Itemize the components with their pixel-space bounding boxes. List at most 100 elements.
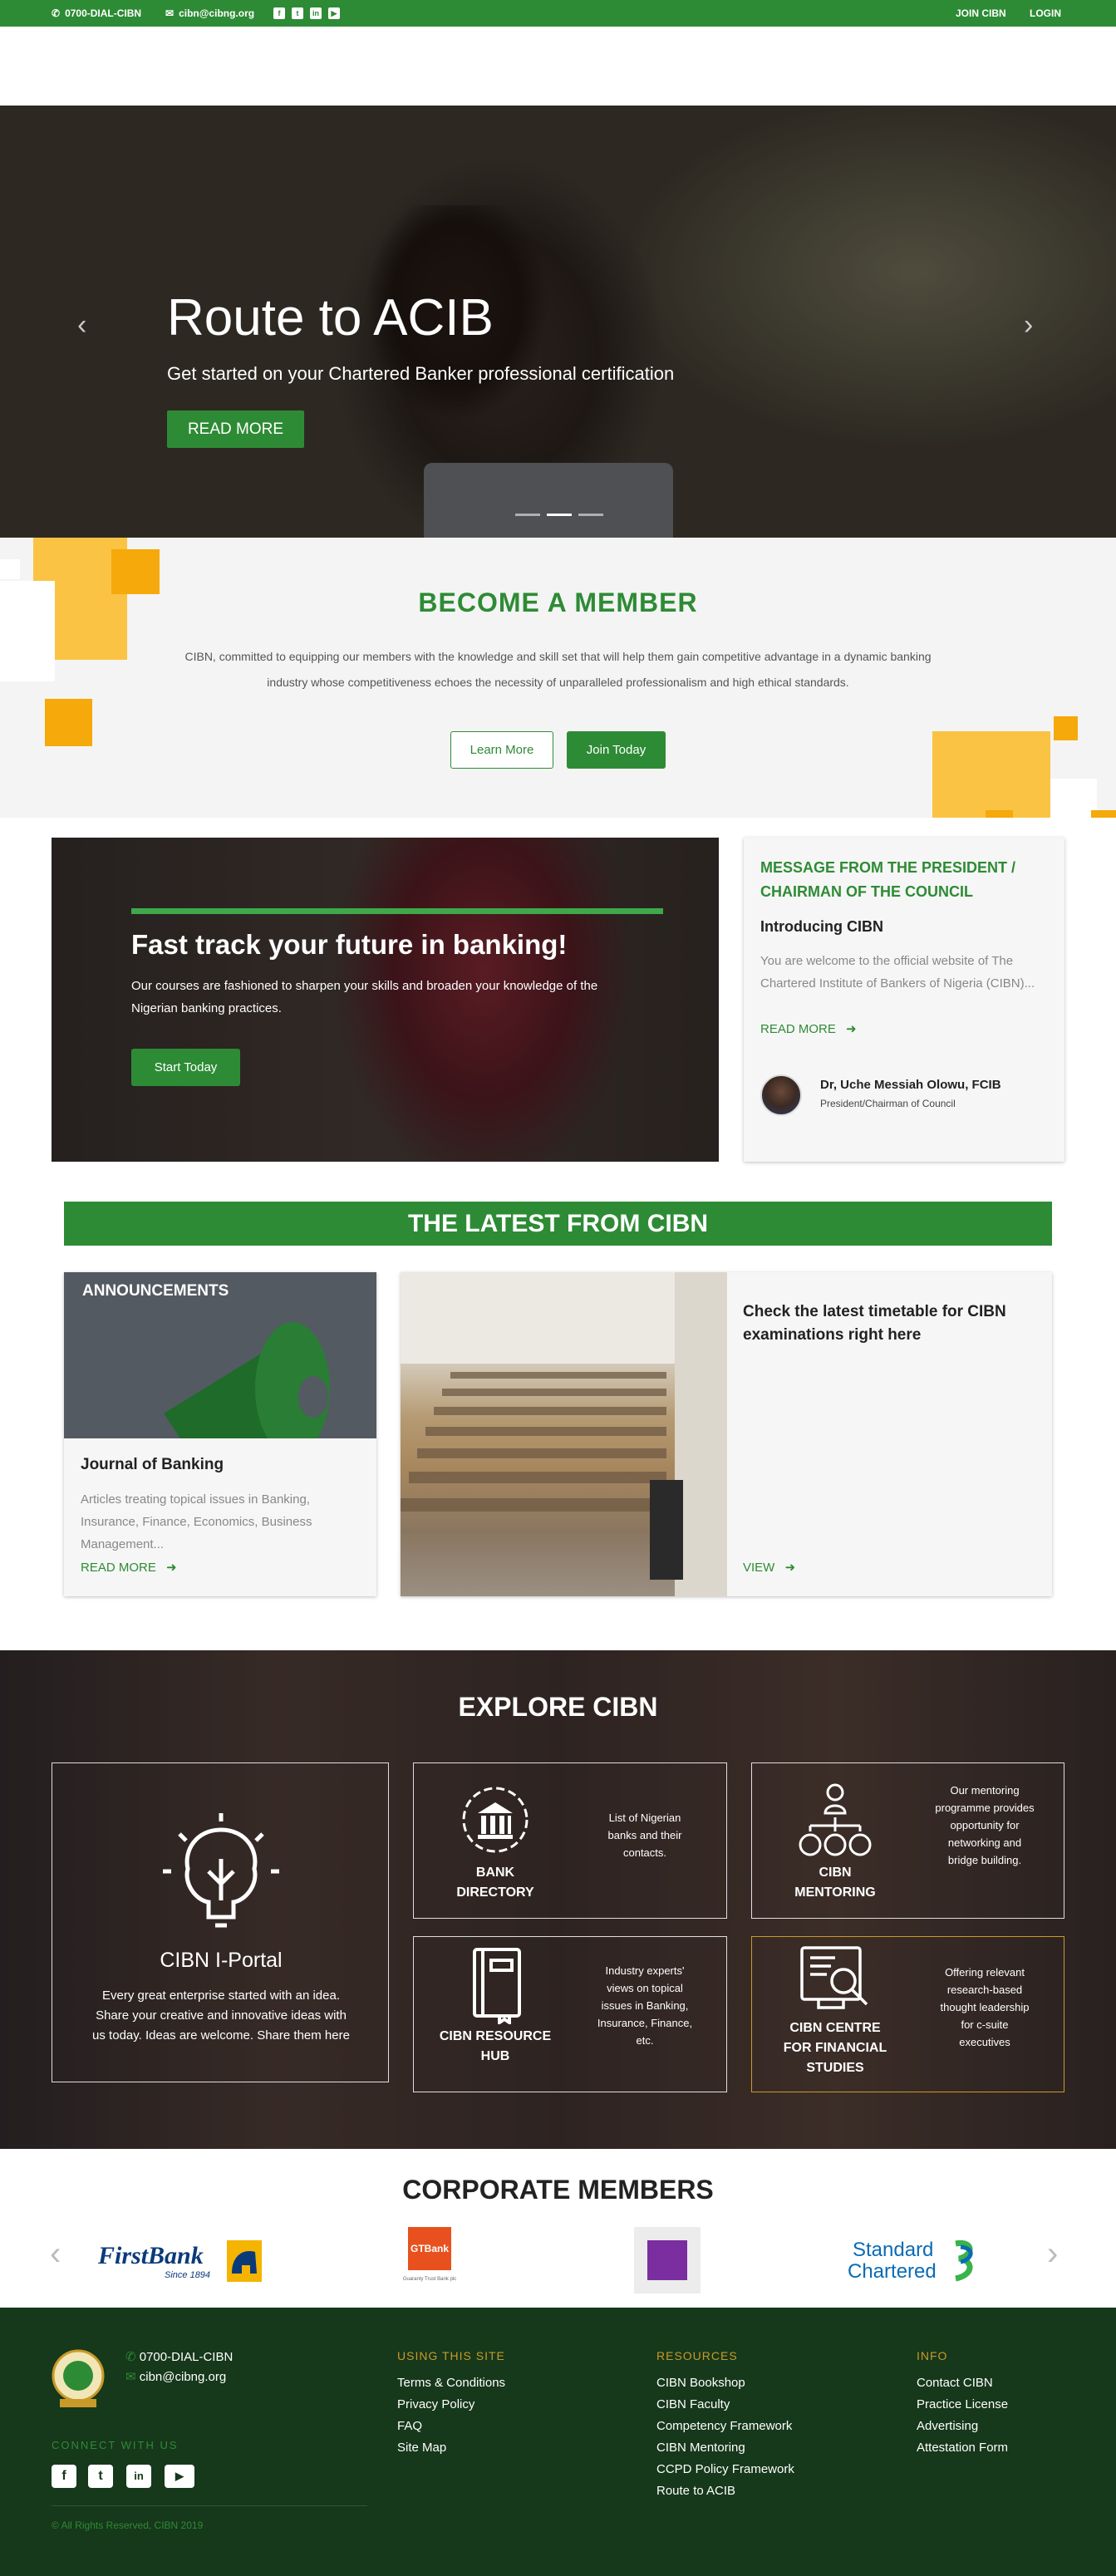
slide-indicator-3[interactable] (578, 514, 603, 516)
become-member-heading: BECOME A MEMBER (418, 587, 698, 617)
footer-link[interactable]: CCPD Policy Framework (656, 2459, 794, 2480)
fast-track-text: Our courses are fashioned to sharpen you… (131, 979, 598, 1015)
journal-card: ANNOUNCEMENTS Journal of Banking Article… (64, 1272, 376, 1596)
president-card-subtitle: Introducing CIBN (760, 918, 883, 935)
site-footer: ✆ 0700-DIAL-CIBN ✉ cibn@cibng.org CONNEC… (0, 2308, 1116, 2576)
partner-bank-logo[interactable] (634, 2227, 701, 2293)
exam-timetable-card: Check the latest timetable for CIBN exam… (401, 1272, 1052, 1596)
footer-link[interactable]: Route to ACIB (656, 2480, 794, 2502)
footer-link[interactable]: Contact CIBN (917, 2372, 1008, 2394)
gtbank-logo[interactable]: GTBank Guaranty Trust Bank plc (403, 2224, 456, 2298)
iportal-text: Every great enterprise started with an i… (92, 1989, 350, 2043)
bank-directory-text: List of Nigerian banks and their contact… (607, 1812, 682, 1859)
exam-hall-illustration (401, 1272, 727, 1596)
resource-hub-box[interactable]: CIBN RESOURCE HUB Industry experts' view… (413, 1936, 727, 2092)
footer-link[interactable]: Practice License (917, 2394, 1008, 2416)
sc-name-1: Standard (853, 2239, 934, 2261)
resource-hub-title: CIBN RESOURCE HUB (439, 2029, 552, 2063)
twitter-icon[interactable]: t (88, 2465, 113, 2488)
bank-directory-box[interactable]: BANK DIRECTORY List of Nigerian banks an… (413, 1762, 727, 1919)
arrow-right-icon: ➜ (166, 1561, 177, 1575)
footer-link[interactable]: Competency Framework (656, 2416, 794, 2437)
research-report-icon (800, 1946, 868, 2009)
footer-link[interactable]: Privacy Policy (397, 2394, 505, 2416)
iportal-box[interactable]: CIBN I-Portal Every great enterprise sta… (52, 1762, 389, 2082)
lightbulb-brain-icon (163, 1813, 279, 1928)
hero-read-more-button[interactable]: READ MORE (167, 410, 304, 448)
carousel-prev-icon[interactable]: ‹ (50, 2235, 61, 2273)
megaphone-image: ANNOUNCEMENTS (64, 1272, 376, 1438)
gtbank-tagline: Guaranty Trust Bank plc (402, 2277, 457, 2282)
arrow-right-icon: ➜ (846, 1022, 857, 1036)
slider-prev-icon[interactable]: ‹ (77, 309, 86, 342)
hero-slider: Route to ACIB Get started on your Charte… (0, 106, 1116, 538)
firstbank-name: FirstBank (98, 2242, 204, 2269)
start-today-button[interactable]: Start Today (131, 1049, 240, 1086)
president-card-text: You are welcome to the official website … (760, 954, 1035, 991)
cibn-crest-logo[interactable] (52, 2349, 105, 2409)
login-link[interactable]: LOGIN (1030, 7, 1061, 19)
standard-chartered-logo[interactable]: Standard Chartered (848, 2237, 981, 2283)
youtube-icon[interactable]: ▶ (165, 2465, 194, 2488)
gtbank-name: GTBank (408, 2227, 451, 2270)
read-more-label: READ MORE (81, 1561, 156, 1575)
top-bar: ✆ 0700-DIAL-CIBN ✉ cibn@cibng.org f t in… (0, 0, 1116, 27)
firstbank-tagline: Since 1894 (165, 2270, 211, 2280)
envelope-icon: ✉ (165, 7, 175, 19)
decor-shape (1050, 779, 1097, 818)
footer-email[interactable]: ✉ cibn@cibng.org (125, 2369, 226, 2384)
linkedin-icon[interactable]: in (126, 2465, 151, 2488)
president-role: President/Chairman of Council (820, 1098, 956, 1109)
financial-studies-box[interactable]: CIBN CENTRE FOR FINANCIAL STUDIES Offeri… (751, 1936, 1064, 2092)
hero-subtitle: Get started on your Chartered Banker pro… (167, 363, 675, 384)
announcements-label: ANNOUNCEMENTS (82, 1282, 229, 1300)
facebook-icon[interactable]: f (52, 2465, 76, 2488)
top-social: f t in ▶ (273, 7, 340, 19)
sc-swirl-icon (955, 2239, 973, 2282)
become-member-section: BECOME A MEMBER CIBN, committed to equip… (0, 538, 1116, 818)
exam-view-link[interactable]: VIEW ➜ (743, 1560, 795, 1575)
footer-link[interactable]: CIBN Bookshop (656, 2372, 794, 2394)
footer-link[interactable]: Attestation Form (917, 2437, 1008, 2459)
footer-link[interactable]: Site Map (397, 2437, 505, 2459)
decor-shape (1054, 716, 1078, 740)
info-title: INFO (917, 2349, 948, 2362)
top-phone[interactable]: ✆ 0700-DIAL-CIBN (52, 7, 141, 19)
linkedin-icon[interactable]: in (310, 7, 322, 19)
twitter-icon[interactable]: t (292, 7, 303, 19)
copyright: © All Rights Reserved, CIBN 2019 (52, 2519, 204, 2531)
corporate-members-heading: CORPORATE MEMBERS (402, 2175, 714, 2205)
explore-heading: EXPLORE CIBN (458, 1692, 658, 1722)
president-card-title: MESSAGE FROM THE PRESIDENT / CHAIRMAN OF… (760, 859, 1016, 900)
footer-link[interactable]: CIBN Mentoring (656, 2437, 794, 2459)
mentoring-box[interactable]: CIBN MENTORING Our mentoring programme p… (751, 1762, 1064, 1919)
join-today-button[interactable]: Join Today (567, 731, 666, 769)
top-email[interactable]: ✉ cibn@cibng.org (165, 7, 254, 19)
green-accent-line (131, 908, 663, 914)
slide-indicator-1[interactable] (515, 514, 540, 516)
footer-link[interactable]: Advertising (917, 2416, 1008, 2437)
firstbank-logo[interactable]: FirstBank Since 1894 (98, 2239, 264, 2285)
facebook-icon[interactable]: f (273, 7, 285, 19)
youtube-icon[interactable]: ▶ (328, 7, 340, 19)
top-email-text: cibn@cibng.org (179, 7, 255, 19)
journal-text: Articles treating topical issues in Bank… (81, 1492, 312, 1551)
footer-phone[interactable]: ✆ 0700-DIAL-CIBN (125, 2349, 233, 2364)
footer-link[interactable]: FAQ (397, 2416, 505, 2437)
slider-next-icon[interactable]: › (1024, 309, 1033, 342)
resource-hub-text: Industry experts' views on topical issue… (597, 1964, 693, 2047)
book-icon (473, 1948, 521, 2024)
carousel-next-icon[interactable]: › (1047, 2235, 1058, 2273)
president-read-more-link[interactable]: READ MORE ➜ (760, 1021, 857, 1036)
view-label: VIEW (743, 1561, 775, 1575)
footer-link[interactable]: CIBN Faculty (656, 2394, 794, 2416)
journal-title: Journal of Banking (81, 1456, 224, 1473)
learn-more-button[interactable]: Learn More (450, 731, 553, 769)
president-message-card: MESSAGE FROM THE PRESIDENT / CHAIRMAN OF… (744, 838, 1064, 1162)
join-cibn-link[interactable]: JOIN CIBN (956, 7, 1006, 19)
footer-link[interactable]: Terms & Conditions (397, 2372, 505, 2394)
footer-info-column: INFO Contact CIBN Practice License Adver… (917, 2349, 1008, 2459)
exam-title: Check the latest timetable for CIBN exam… (743, 1303, 1006, 1344)
journal-read-more-link[interactable]: READ MORE ➜ (81, 1560, 177, 1575)
slide-indicator-2[interactable] (547, 514, 572, 516)
